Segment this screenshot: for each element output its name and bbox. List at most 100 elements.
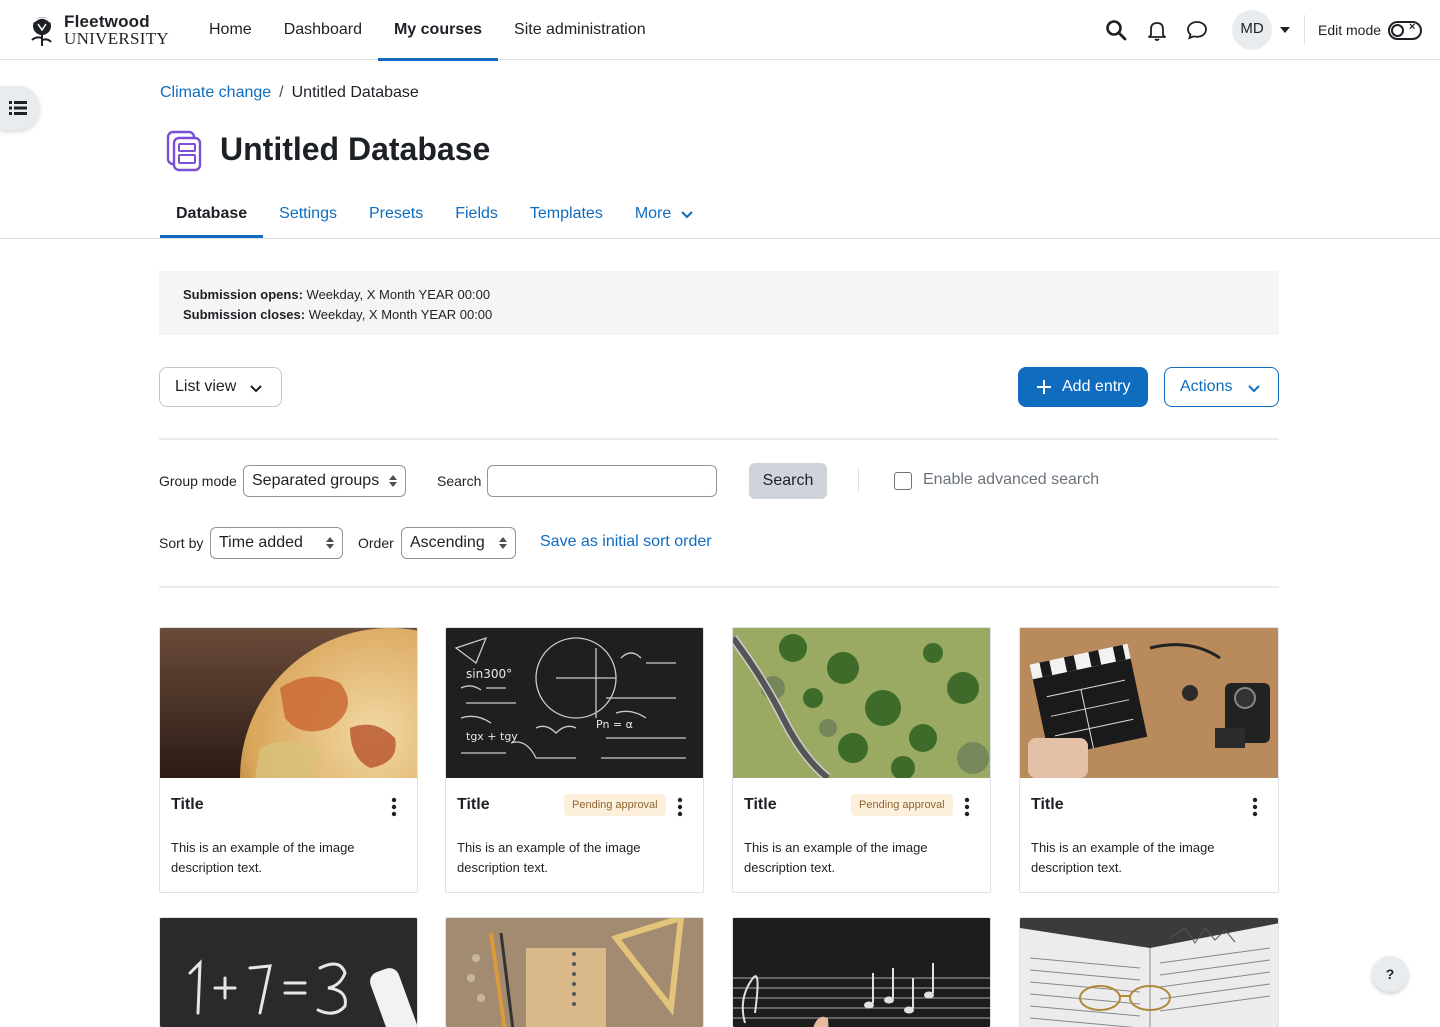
pending-approval-badge: Pending approval bbox=[851, 794, 953, 816]
chevron-down-icon bbox=[681, 211, 693, 219]
primary-navigation: Home Dashboard My courses Site administr… bbox=[193, 0, 662, 61]
sort-by-value: Time added bbox=[219, 534, 303, 551]
entry-description: This is an example of the image descript… bbox=[1031, 840, 1215, 875]
search-button[interactable]: Search bbox=[749, 463, 827, 499]
add-entry-button[interactable]: Add entry bbox=[1018, 367, 1148, 407]
entry-description: This is an example of the image descript… bbox=[744, 840, 928, 875]
user-menu-caret-icon[interactable] bbox=[1280, 27, 1290, 33]
entry-image-open-book-glasses bbox=[1020, 918, 1278, 1027]
help-button[interactable]: ? bbox=[1372, 956, 1408, 992]
entry-title: Title bbox=[744, 796, 777, 813]
breadcrumb-course-link[interactable]: Climate change bbox=[160, 84, 271, 102]
view-select-button[interactable]: List view bbox=[159, 367, 282, 407]
advanced-search-label[interactable]: Enable advanced search bbox=[923, 471, 1099, 489]
sort-by-select[interactable]: Time added bbox=[210, 527, 343, 559]
view-select-label: List view bbox=[175, 378, 237, 395]
page-title: Untitled Database bbox=[220, 131, 491, 167]
site-logo[interactable]: Fleetwood UNIVERSITY bbox=[24, 10, 169, 50]
entry-image-notebook-stationery bbox=[446, 918, 703, 1027]
entry-card[interactable] bbox=[159, 917, 418, 1027]
nav-dashboard[interactable]: Dashboard bbox=[268, 0, 378, 60]
submission-closes-row: Submission closes: Weekday, X Month YEAR… bbox=[183, 305, 1255, 325]
secondary-navigation: Database Settings Presets Fields Templat… bbox=[160, 192, 710, 238]
nav-site-administration[interactable]: Site administration bbox=[498, 0, 662, 60]
kebab-menu-icon[interactable] bbox=[960, 796, 974, 818]
entry-title: Title bbox=[171, 796, 204, 813]
user-avatar[interactable]: MD bbox=[1232, 10, 1272, 50]
svg-text:sin300°: sin300° bbox=[466, 667, 512, 681]
edit-mode-toggle[interactable]: × bbox=[1388, 21, 1422, 40]
search-icon[interactable] bbox=[1104, 18, 1128, 42]
entry-card[interactable] bbox=[1019, 917, 1279, 1027]
kebab-menu-icon[interactable] bbox=[387, 796, 401, 818]
tab-database[interactable]: Database bbox=[160, 192, 264, 238]
course-index-drawer-toggle[interactable] bbox=[0, 86, 40, 130]
filter-divider bbox=[858, 467, 859, 493]
toggle-knob bbox=[1391, 24, 1404, 37]
pending-approval-badge: Pending approval bbox=[564, 794, 666, 816]
breadcrumb-separator: / bbox=[279, 84, 284, 101]
submission-closes-value: Weekday, X Month YEAR 00:00 bbox=[308, 307, 493, 322]
nav-my-courses[interactable]: My courses bbox=[377, 0, 499, 61]
entry-card[interactable] bbox=[732, 917, 991, 1027]
chevron-down-icon bbox=[1248, 385, 1260, 393]
actions-button[interactable]: Actions bbox=[1164, 367, 1279, 407]
search-input[interactable] bbox=[487, 465, 717, 497]
brand-subname: UNIVERSITY bbox=[64, 29, 169, 48]
sort-by-label: Sort by bbox=[159, 535, 204, 551]
svg-text:tgx + tgy: tgx + tgy bbox=[466, 730, 518, 743]
submission-opens-row: Submission opens: Weekday, X Month YEAR … bbox=[183, 285, 1255, 305]
database-activity-icon bbox=[166, 130, 202, 172]
select-arrows-icon bbox=[389, 475, 397, 487]
group-mode-label: Group mode bbox=[159, 473, 237, 489]
order-label: Order bbox=[358, 535, 394, 551]
entry-image-chalkboard-math: sin300° Pn = α tgx + tgy bbox=[446, 628, 703, 778]
entry-card[interactable] bbox=[445, 917, 704, 1027]
order-value: Ascending bbox=[410, 534, 485, 551]
edit-mode-label: Edit mode bbox=[1318, 22, 1382, 38]
entry-description: This is an example of the image descript… bbox=[171, 840, 355, 875]
order-select[interactable]: Ascending bbox=[401, 527, 516, 559]
tab-settings[interactable]: Settings bbox=[263, 192, 353, 238]
tab-more-label: More bbox=[634, 205, 672, 222]
divider bbox=[159, 586, 1279, 588]
messages-icon[interactable] bbox=[1185, 18, 1209, 42]
advanced-search-checkbox[interactable] bbox=[894, 472, 912, 490]
kebab-menu-icon[interactable] bbox=[1248, 796, 1262, 818]
entry-image-music-chalkboard bbox=[733, 918, 990, 1027]
notification-bell-icon[interactable] bbox=[1145, 18, 1169, 42]
divider bbox=[159, 438, 1279, 440]
nav-divider bbox=[1304, 15, 1305, 45]
breadcrumb: Climate change / Untitled Database bbox=[160, 84, 419, 102]
svg-text:Pn = α: Pn = α bbox=[596, 718, 633, 731]
entry-card[interactable]: Title This is an example of the image de… bbox=[1019, 627, 1279, 893]
tab-fields[interactable]: Fields bbox=[439, 192, 514, 238]
tab-presets[interactable]: Presets bbox=[353, 192, 439, 238]
entry-card[interactable]: Title This is an example of the image de… bbox=[159, 627, 418, 893]
group-mode-value: Separated groups bbox=[252, 472, 380, 489]
entry-title: Title bbox=[457, 796, 490, 813]
group-mode-select[interactable]: Separated groups bbox=[243, 465, 406, 497]
save-initial-sort-link[interactable]: Save as initial sort order bbox=[540, 533, 712, 551]
nav-home[interactable]: Home bbox=[193, 0, 268, 60]
chevron-down-icon bbox=[250, 385, 262, 393]
entry-image-chalk-1plus1 bbox=[160, 918, 417, 1027]
tab-more[interactable]: More bbox=[619, 192, 710, 238]
university-crest-icon bbox=[31, 17, 52, 46]
entry-image-aerial-road bbox=[733, 628, 990, 778]
search-label: Search bbox=[437, 473, 482, 489]
add-entry-label: Add entry bbox=[1062, 378, 1131, 395]
entry-card[interactable]: sin300° Pn = α tgx + tgy Title Pending a… bbox=[445, 627, 704, 893]
entry-image-globe bbox=[160, 628, 417, 778]
entry-card[interactable]: Title Pending approval This is an exampl… bbox=[732, 627, 991, 893]
submission-opens-value: Weekday, X Month YEAR 00:00 bbox=[306, 287, 491, 302]
entry-image-clapperboard-camera bbox=[1020, 628, 1278, 778]
actions-label: Actions bbox=[1180, 378, 1233, 395]
tab-templates[interactable]: Templates bbox=[514, 192, 619, 238]
activity-dates: Submission opens: Weekday, X Month YEAR … bbox=[159, 271, 1279, 335]
breadcrumb-current: Untitled Database bbox=[291, 84, 419, 101]
plus-icon bbox=[1037, 380, 1051, 394]
top-navbar: Fleetwood UNIVERSITY Home Dashboard My c… bbox=[0, 0, 1440, 61]
kebab-menu-icon[interactable] bbox=[673, 796, 687, 818]
toggle-off-icon: × bbox=[1409, 21, 1416, 33]
